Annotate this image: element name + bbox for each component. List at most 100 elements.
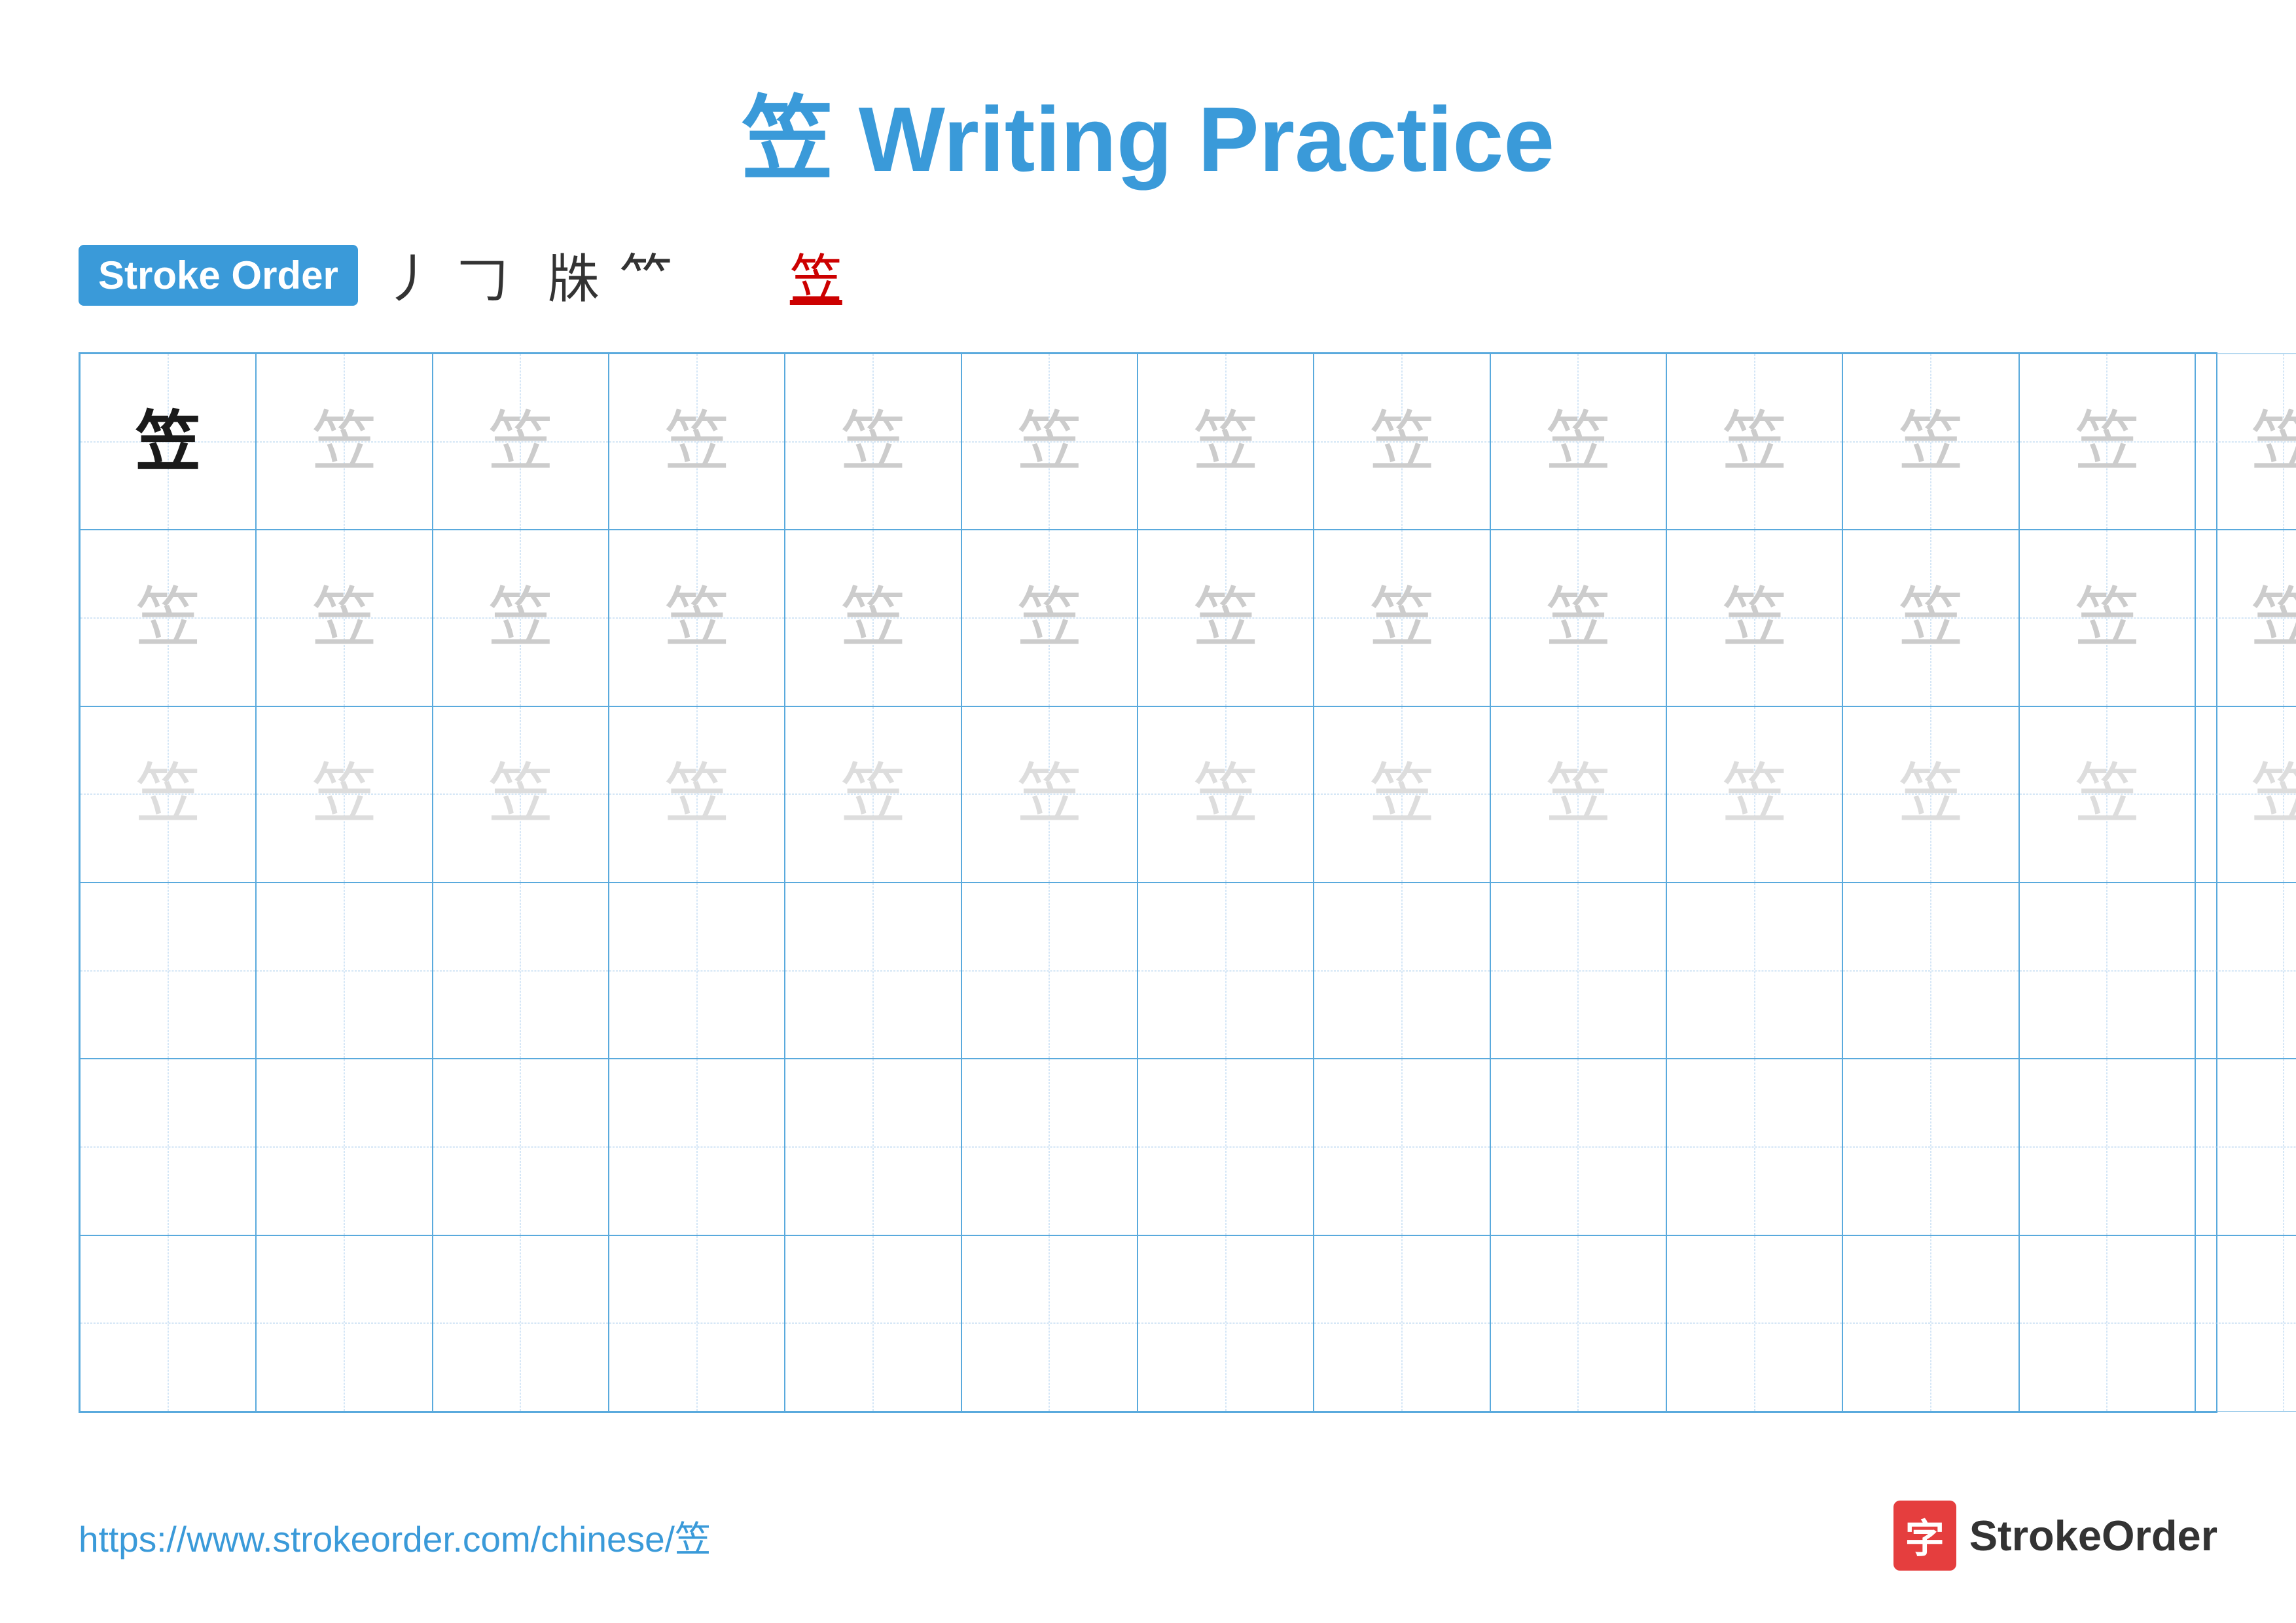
grid-cell[interactable] <box>256 1059 432 1235</box>
grid-cell[interactable]: 笠 <box>961 354 1138 530</box>
guide-character: 笠 <box>1545 585 1611 651</box>
grid-cell[interactable]: 笠 <box>1314 354 1490 530</box>
grid-cell[interactable]: 笠 <box>609 354 785 530</box>
grid-cell[interactable] <box>2195 1059 2296 1235</box>
grid-cell[interactable] <box>1666 1059 1842 1235</box>
grid-cell[interactable] <box>1490 883 1666 1059</box>
grid-cell[interactable] <box>609 883 785 1059</box>
grid-cell[interactable]: 笠 <box>433 530 609 706</box>
guide-character: 笠 <box>840 585 906 651</box>
grid-cell[interactable] <box>1842 883 2018 1059</box>
grid-cell[interactable]: 笠 <box>1314 706 1490 883</box>
grid-cell[interactable]: 笠 <box>2019 530 2195 706</box>
grid-cell[interactable] <box>961 883 1138 1059</box>
guide-character: 笠 <box>1016 585 1082 651</box>
guide-character: 笠 <box>135 761 201 827</box>
grid-cell[interactable] <box>2195 883 2296 1059</box>
grid-cell[interactable]: 笠 <box>1490 530 1666 706</box>
stroke-1: 丿 <box>384 237 437 313</box>
grid-cell[interactable]: 笠 <box>785 706 961 883</box>
grid-cell[interactable] <box>609 1059 785 1235</box>
grid-cell[interactable] <box>1314 883 1490 1059</box>
grid-cell[interactable]: 笠 <box>1138 354 1314 530</box>
grid-cell[interactable] <box>1842 1235 2018 1412</box>
grid-cell[interactable] <box>1314 1235 1490 1412</box>
grid-cell[interactable]: 笠 <box>1314 530 1490 706</box>
grid-cell[interactable]: 笠 <box>2195 530 2296 706</box>
grid-cell[interactable]: 笠 <box>785 530 961 706</box>
guide-character: 笠 <box>1722 409 1787 475</box>
grid-cell[interactable] <box>1666 883 1842 1059</box>
grid-cell[interactable]: 笠 <box>256 706 432 883</box>
grid-cell[interactable] <box>609 1235 785 1412</box>
grid-cell[interactable] <box>1842 1059 2018 1235</box>
grid-cell[interactable]: 笠 <box>2195 706 2296 883</box>
grid-cell[interactable]: 笠 <box>1490 706 1666 883</box>
grid-cell[interactable] <box>2019 1059 2195 1235</box>
grid-cell[interactable] <box>961 1235 1138 1412</box>
grid-cell[interactable]: 笠 <box>256 354 432 530</box>
grid-cell[interactable] <box>256 883 432 1059</box>
footer-logo: 字 StrokeOrder <box>1893 1501 2217 1571</box>
guide-character: 笠 <box>2074 761 2140 827</box>
grid-cell[interactable] <box>433 1235 609 1412</box>
grid-cell[interactable] <box>80 883 256 1059</box>
grid-cell[interactable]: 笠 <box>1138 530 1314 706</box>
grid-cell[interactable]: 笠 <box>1666 706 1842 883</box>
grid-cell[interactable] <box>785 1059 961 1235</box>
grid-cell[interactable]: 笠 <box>80 354 256 530</box>
guide-character: 笠 <box>1369 761 1435 827</box>
guide-character: 笠 <box>488 409 553 475</box>
grid-cell[interactable]: 笠 <box>2019 354 2195 530</box>
grid-cell[interactable]: 笠 <box>2195 354 2296 530</box>
grid-cell[interactable]: 笠 <box>961 530 1138 706</box>
grid-cell[interactable]: 笠 <box>785 354 961 530</box>
grid-cell[interactable] <box>1490 1235 1666 1412</box>
grid-cell[interactable]: 笠 <box>1666 354 1842 530</box>
grid-cell[interactable]: 笠 <box>1842 530 2018 706</box>
grid-cell[interactable]: 笠 <box>80 530 256 706</box>
grid-cell[interactable]: 笠 <box>609 706 785 883</box>
grid-cell[interactable] <box>433 1059 609 1235</box>
grid-cell[interactable]: 笠 <box>433 706 609 883</box>
grid-cell[interactable]: 笠 <box>1490 354 1666 530</box>
guide-character: 笠 <box>1369 585 1435 651</box>
grid-cell[interactable] <box>785 883 961 1059</box>
grid-cell[interactable] <box>1666 1235 1842 1412</box>
grid-cell[interactable]: 笠 <box>1842 354 2018 530</box>
grid-cell[interactable]: 笠 <box>2019 706 2195 883</box>
grid-cell[interactable] <box>1138 1235 1314 1412</box>
guide-character: 笠 <box>312 761 377 827</box>
grid-cell[interactable]: 笠 <box>1842 706 2018 883</box>
practice-grid: 笠笠笠笠笠笠笠笠笠笠笠笠笠笠笠笠笠笠笠笠笠笠笠笠笠笠笠笠笠笠笠笠笠笠笠笠笠笠笠 <box>79 352 2217 1413</box>
grid-cell[interactable] <box>256 1235 432 1412</box>
grid-cell[interactable] <box>785 1235 961 1412</box>
grid-cell[interactable] <box>2019 1235 2195 1412</box>
footer-url[interactable]: https://www.strokeorder.com/chinese/笠 <box>79 1510 711 1562</box>
logo-icon: 字 <box>1893 1501 1956 1571</box>
grid-cell[interactable]: 笠 <box>433 354 609 530</box>
grid-cell[interactable] <box>80 1059 256 1235</box>
guide-character: 笠 <box>1722 761 1787 827</box>
grid-cell[interactable]: 笠 <box>1138 706 1314 883</box>
guide-character: 笠 <box>488 761 553 827</box>
grid-cell[interactable] <box>1138 883 1314 1059</box>
guide-character: 笠 <box>2251 585 2296 651</box>
grid-cell[interactable] <box>433 883 609 1059</box>
grid-cell[interactable] <box>1314 1059 1490 1235</box>
grid-cell[interactable]: 笠 <box>1666 530 1842 706</box>
grid-cell[interactable] <box>961 1059 1138 1235</box>
guide-character: 笠 <box>2251 409 2296 475</box>
grid-cell[interactable] <box>1490 1059 1666 1235</box>
grid-cell[interactable]: 笠 <box>609 530 785 706</box>
grid-cell[interactable] <box>1138 1059 1314 1235</box>
guide-character: 笠 <box>1545 409 1611 475</box>
guide-character: 笠 <box>1898 761 1964 827</box>
page-title: 笠 Writing Practice <box>79 65 2217 198</box>
grid-cell[interactable]: 笠 <box>961 706 1138 883</box>
grid-cell[interactable] <box>2019 883 2195 1059</box>
grid-cell[interactable] <box>2195 1235 2296 1412</box>
grid-cell[interactable]: 笠 <box>80 706 256 883</box>
grid-cell[interactable] <box>80 1235 256 1412</box>
grid-cell[interactable]: 笠 <box>256 530 432 706</box>
